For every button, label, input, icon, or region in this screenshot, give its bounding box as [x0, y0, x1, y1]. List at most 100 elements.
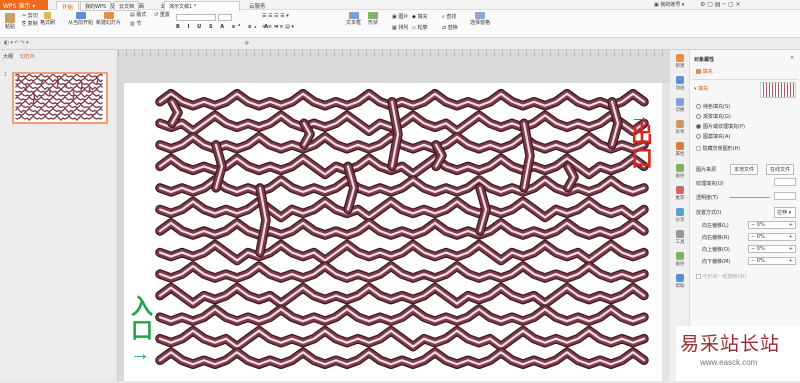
document-tab[interactable]: 云文档 [114, 1, 140, 11]
strip-icon [676, 186, 684, 194]
play-from-current-button[interactable]: 从当前开始 [68, 12, 93, 26]
arrange-button[interactable]: ▦ 排列 [392, 24, 408, 31]
hide-bg-checkbox[interactable]: 隐藏背景图形(H) [696, 145, 740, 152]
transparency-input[interactable] [774, 192, 796, 200]
local-file-button[interactable]: 本地文件 [730, 164, 759, 175]
document-tab[interactable]: 我的WPS [80, 1, 112, 11]
side-strip-item[interactable]: 帮助 [672, 274, 688, 289]
app-menu-button[interactable]: WPS 演示 ▾ [0, 0, 48, 10]
strip-icon [676, 120, 684, 128]
online-file-button[interactable]: 在线文件 [766, 164, 795, 175]
entrance-label: 入口 [131, 295, 154, 344]
side-strip-item[interactable]: 备份 [672, 164, 688, 179]
plus-icon: + [788, 234, 793, 240]
fill-button[interactable]: ◆ 填充 [412, 13, 427, 20]
slide-canvas[interactable] [124, 83, 662, 381]
new-slide-icon [103, 12, 114, 19]
side-strip-item[interactable]: 新建 [672, 54, 688, 69]
strip-icon [676, 54, 684, 62]
vertical-scrollbar[interactable] [662, 83, 670, 381]
align-buttons[interactable]: ≡ ≡ ≡ ≡ ▤ ▾ [262, 24, 294, 30]
exit-label: 出口 [631, 123, 654, 172]
replace-button[interactable]: ⇄ 替换 [442, 24, 458, 31]
fill-option-radio[interactable]: 纯色填充(S) [696, 103, 730, 110]
paste-button[interactable]: 粘贴 [4, 13, 16, 30]
watermark-text: 易采站长站 [680, 333, 781, 355]
thumb-maze-wall [14, 107, 104, 114]
format-painter-button[interactable]: 格式刷 [40, 12, 55, 26]
user-account[interactable]: ▣ 我的账号 ▾ [654, 1, 694, 9]
thumb-maze-wall [15, 76, 104, 83]
hide-bg-label: 隐藏背景图形(H) [702, 146, 741, 152]
quick-access-toolbar[interactable]: ◧ ▾ ↶ ↷ ▾ [4, 40, 28, 46]
thumb-maze-wall [32, 91, 36, 103]
radio-icon [696, 104, 701, 109]
fill-preview [760, 82, 796, 98]
reset-label: 重置 [159, 12, 170, 18]
window-controls[interactable]: ⚙ ▢ ▤ ─ ▢ ✕ [700, 1, 741, 8]
menu-tab[interactable]: 云服务 [244, 1, 271, 10]
maze-graphic [155, 89, 649, 369]
tiling-select[interactable]: 拉伸 ▾ [774, 207, 796, 218]
select-pane-button[interactable]: 选择窗格 [470, 12, 490, 26]
side-strip-item[interactable]: 切换 [672, 98, 688, 113]
checkbox-icon [696, 146, 701, 151]
offset-spinner[interactable]: − 0% + [748, 221, 796, 229]
outline-button[interactable]: ◇ 轮廓 [412, 24, 427, 31]
find-button[interactable]: ⌕ 查找 [442, 13, 456, 20]
new-slide-button[interactable]: 新建幻灯片 [96, 12, 121, 26]
maze-wall [156, 219, 648, 239]
transparency-slider[interactable] [730, 197, 770, 198]
layout-button[interactable]: ▤ 版式 [130, 11, 146, 18]
fill-option-radio[interactable]: 图案填充(A) [696, 133, 730, 140]
watermark-url: www.easck.com [700, 358, 758, 367]
side-strip-item[interactable]: 分享 [672, 208, 688, 223]
offset-spinner[interactable]: − 0% + [748, 245, 796, 253]
panel-title: 对象属性 [694, 57, 715, 63]
fill-option-label: 纯色填充(S) [703, 104, 731, 110]
cut-button[interactable]: ✂ 剪切 [22, 12, 38, 19]
slide-thumbnail[interactable] [12, 72, 108, 124]
offset-value: 0% [756, 234, 765, 240]
document-tab[interactable]: 演示文稿1 * [164, 1, 240, 11]
document-tab-bar [0, 38, 800, 50]
texture-select[interactable] [774, 178, 796, 186]
thumb-maze-wall [14, 72, 104, 78]
rotate-with-shape-checkbox[interactable]: 与形状一起旋转(W) [696, 273, 746, 280]
outline-tab[interactable]: 大纲 [3, 53, 13, 60]
offset-label: 向右偏移(R) [702, 235, 730, 241]
side-strip-item[interactable]: 工具 [672, 230, 688, 245]
copy-label: 复制 [27, 21, 38, 27]
strip-label: 备份 [675, 262, 685, 267]
paragraph-buttons[interactable]: ☰ ☰ ☰ ☰ ▾ [262, 13, 289, 19]
side-strip-item[interactable]: 动画 [672, 76, 688, 91]
thumb-maze-wall [88, 87, 91, 92]
copy-button[interactable]: ⎘ 复制 [22, 20, 38, 27]
fill-option-radio[interactable]: 渐变填充(G) [696, 113, 731, 120]
side-strip-item[interactable]: 推荐 [672, 186, 688, 201]
play-icon [75, 12, 86, 19]
textbox-button[interactable]: 文本框 [346, 12, 361, 26]
thumb-maze-wall [80, 79, 83, 92]
fill-tab[interactable]: 填充 [696, 68, 713, 75]
shapes-button[interactable]: 形状 [368, 12, 378, 26]
picture-button[interactable]: ▣ 图片 [392, 13, 408, 20]
fill-section-header[interactable]: ▾ 填充 [694, 85, 708, 92]
fill-option-radio[interactable]: 图片或纹理填充(P) [696, 123, 745, 130]
checkbox-icon [696, 274, 701, 279]
panel-close-icon[interactable]: ✕ [790, 55, 794, 61]
side-strip-item[interactable]: 属性 [672, 142, 688, 157]
plus-icon: + [788, 222, 793, 228]
offset-spinner[interactable]: − 0% + [748, 233, 796, 241]
reset-button[interactable]: ↺ 重置 [154, 11, 170, 18]
fill-tab-icon [696, 69, 701, 74]
slides-tab[interactable]: 幻灯片 [20, 53, 35, 60]
strip-label: 帮助 [675, 284, 685, 289]
offset-spinner[interactable]: − 0% + [748, 257, 796, 265]
font-name-select[interactable] [176, 14, 236, 21]
side-strip-item[interactable]: 形状 [672, 120, 688, 135]
side-strip-item[interactable]: 备份 [672, 252, 688, 267]
menu-tab[interactable]: 开始 [56, 1, 80, 11]
section-button[interactable]: ▥ 节 [130, 20, 141, 27]
new-tab-button[interactable]: + [244, 39, 250, 47]
